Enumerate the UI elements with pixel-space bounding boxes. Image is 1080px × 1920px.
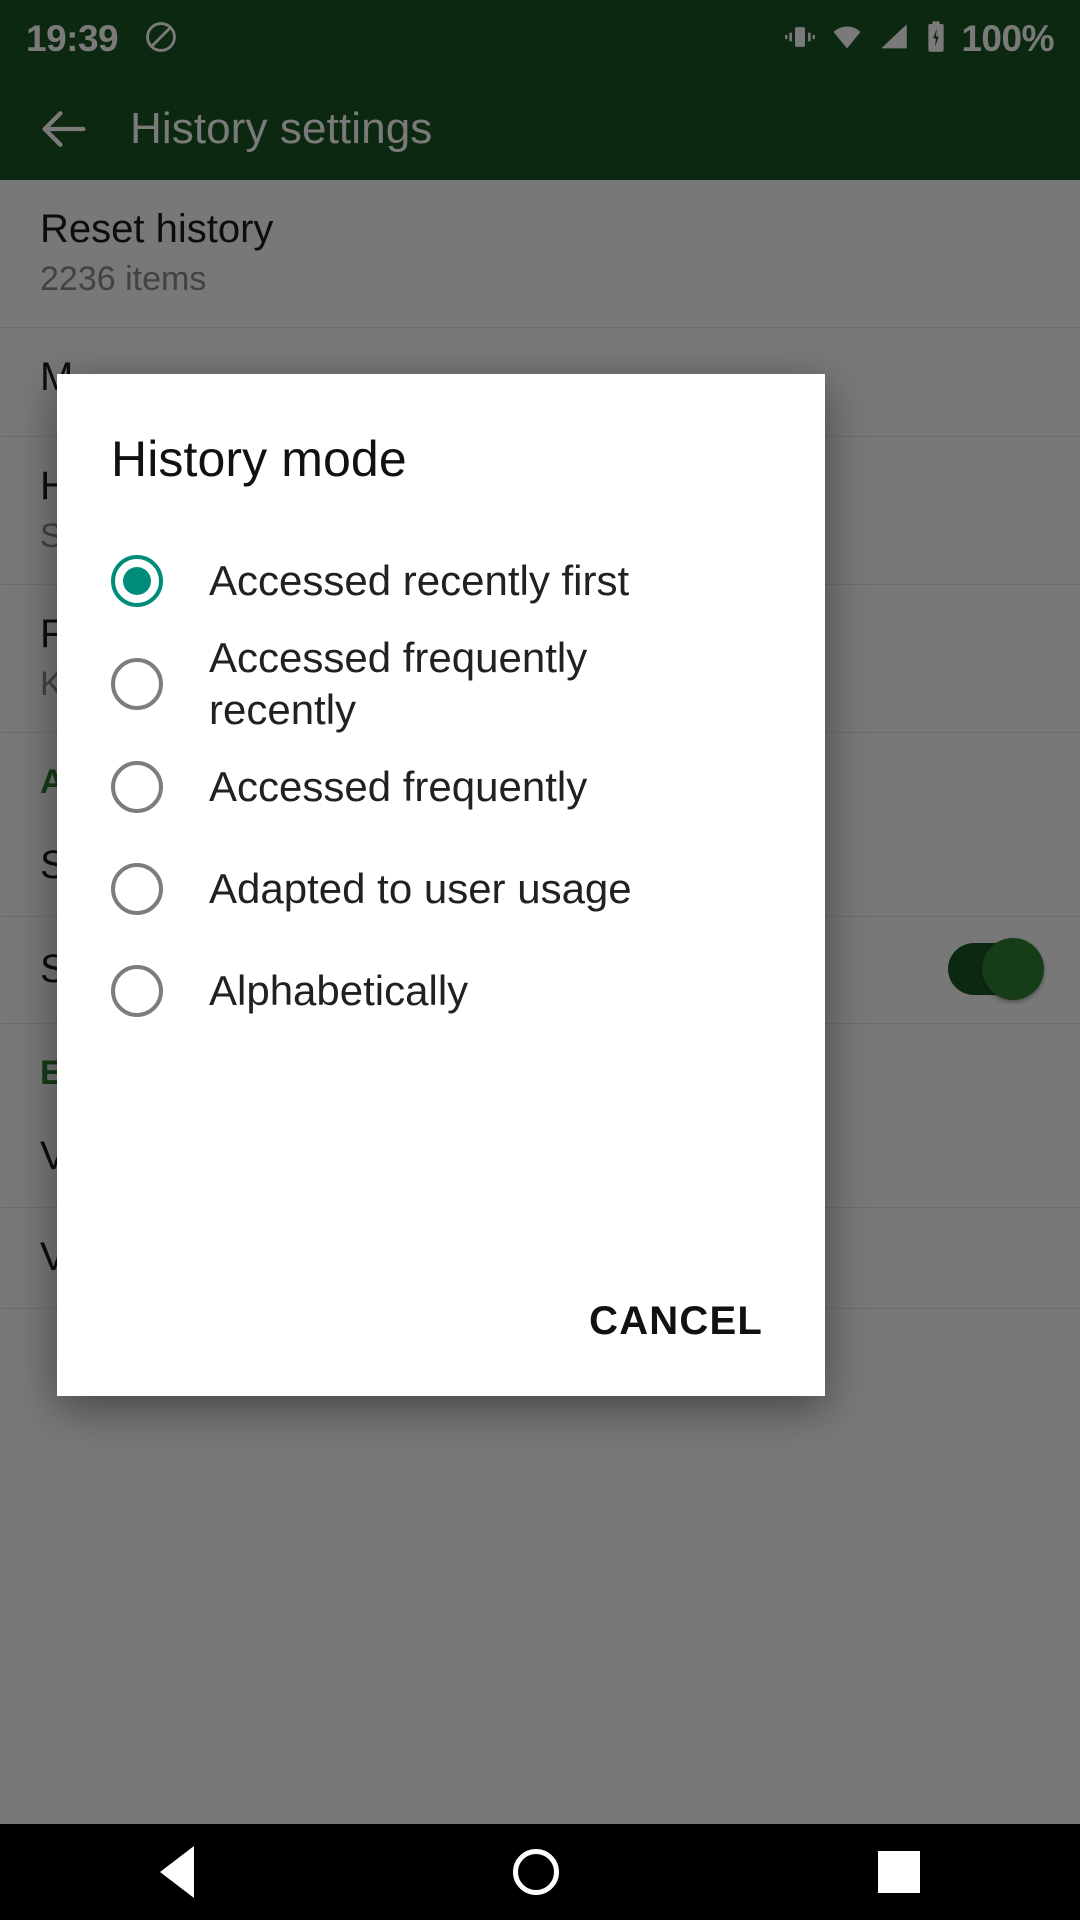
radio-button-icon[interactable]	[111, 761, 163, 814]
radio-button-icon[interactable]	[111, 658, 163, 711]
radio-group: Accessed recently first Accessed frequen…	[57, 530, 825, 1042]
radio-button-icon[interactable]	[111, 555, 163, 607]
radio-button-icon[interactable]	[111, 863, 163, 916]
radio-option-label: Accessed frequently recently	[209, 634, 588, 734]
radio-option-label: Accessed frequently	[209, 763, 588, 811]
dialog-title: History mode	[111, 431, 407, 487]
radio-option-label: Alphabetically	[209, 967, 469, 1015]
nav-recents-icon[interactable]	[878, 1851, 921, 1893]
history-mode-dialog: History mode Accessed recently first Acc…	[57, 374, 825, 1396]
radio-option-alphabetically[interactable]: Alphabetically	[57, 940, 825, 1042]
radio-option-label: Accessed recently first	[209, 556, 630, 604]
radio-option-accessed-frequently[interactable]: Accessed frequently	[57, 736, 825, 838]
nav-home-icon[interactable]	[512, 1849, 559, 1895]
nav-back-icon[interactable]	[159, 1846, 194, 1898]
cancel-button[interactable]: CANCEL	[579, 1281, 773, 1362]
android-nav-bar	[0, 1824, 1080, 1920]
radio-option-accessed-frequently-recently[interactable]: Accessed frequently recently	[57, 632, 825, 736]
radio-option-label: Adapted to user usage	[209, 865, 632, 913]
radio-option-accessed-recently-first[interactable]: Accessed recently first	[57, 530, 825, 632]
radio-button-icon[interactable]	[111, 965, 163, 1018]
dialog-actions: CANCEL	[57, 1246, 825, 1396]
radio-option-adapted-to-user-usage[interactable]: Adapted to user usage	[57, 838, 825, 940]
